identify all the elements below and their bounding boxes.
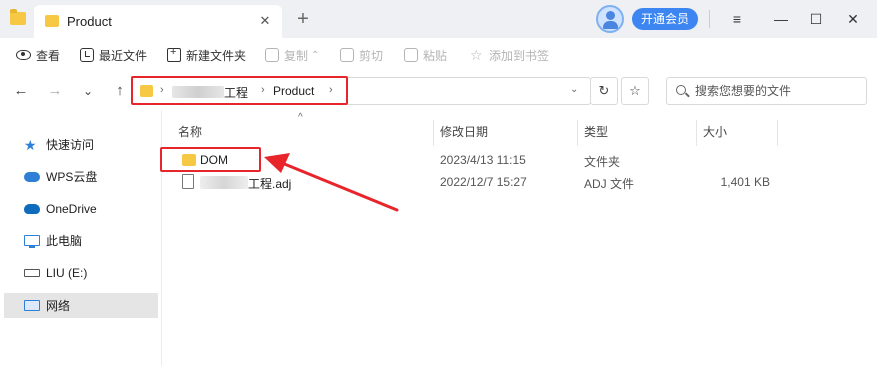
network-icon	[24, 300, 40, 311]
computer-icon	[24, 235, 40, 248]
file-row-dom[interactable]: DOM 2023/4/13 11:15 文件夹	[172, 150, 772, 172]
file-modified: 2022/12/7 15:27	[440, 175, 527, 189]
up-button[interactable]: ↑	[110, 81, 130, 101]
clock-icon	[80, 48, 94, 62]
add-bookmark-button[interactable]: ☆ 添加到书签	[470, 46, 549, 64]
sidebar-item-network[interactable]: 网络	[4, 293, 158, 318]
bookmark-label: 添加到书签	[489, 48, 550, 63]
column-header-modified[interactable]: 修改日期	[434, 118, 577, 146]
view-button[interactable]: 查看	[16, 46, 60, 64]
sidebar-item-drive-e[interactable]: LIU (E:)	[4, 260, 158, 285]
sidebar-item-quick-access[interactable]: ★ 快速访问	[4, 132, 158, 157]
sidebar-item-this-pc[interactable]: 此电脑	[4, 228, 158, 253]
annotation-box-address	[131, 76, 348, 105]
eye-icon	[16, 50, 31, 60]
column-header-type[interactable]: 类型	[578, 118, 696, 146]
title-bar: Product ✕ + 开通会员 ≡ — ☐ ✕	[0, 0, 877, 38]
tab-product[interactable]: Product ✕	[34, 5, 282, 38]
vip-button[interactable]: 开通会员	[632, 8, 698, 30]
cut-button[interactable]: 剪切	[340, 46, 383, 64]
divider	[709, 10, 710, 28]
cut-label: 剪切	[359, 48, 384, 63]
new-folder-icon	[167, 46, 181, 62]
sidebar-item-label: OneDrive	[46, 201, 97, 216]
close-tab-icon[interactable]: ✕	[256, 12, 274, 30]
history-dropdown-button[interactable]: ⌄	[78, 81, 98, 101]
sidebar-item-label: 快速访问	[46, 138, 95, 152]
view-label: 查看	[36, 48, 61, 63]
paste-button[interactable]: 粘贴	[404, 46, 447, 64]
address-dropdown-icon[interactable]: ⌄	[570, 84, 578, 95]
redacted-file-name	[200, 176, 248, 189]
column-header-name[interactable]: 名称	[172, 118, 432, 146]
close-window-button[interactable]: ✕	[842, 8, 864, 30]
sidebar: ★ 快速访问 WPS云盘 OneDrive 此电脑 LIU (E:) 网络	[0, 118, 161, 366]
toolbar: 查看 最近文件 新建文件夹 复制 ⌃ 剪切 粘贴 ☆ 添加到书签	[0, 38, 877, 72]
column-header-size[interactable]: 大小	[697, 118, 777, 146]
menu-icon[interactable]: ≡	[726, 8, 748, 30]
new-tab-button[interactable]: +	[292, 9, 314, 31]
scissors-icon	[340, 48, 354, 62]
avatar[interactable]	[596, 5, 624, 33]
cloud-icon	[24, 171, 40, 182]
new-folder-button[interactable]: 新建文件夹	[167, 46, 246, 64]
onedrive-icon	[24, 203, 40, 214]
copy-button[interactable]: 复制 ⌃	[265, 46, 319, 64]
clipboard-icon	[404, 48, 418, 62]
new-folder-label: 新建文件夹	[186, 48, 247, 63]
tab-title: Product	[67, 14, 112, 29]
drive-icon	[24, 268, 40, 277]
maximize-button[interactable]: ☐	[805, 8, 827, 30]
file-size: 1,401 KB	[720, 175, 770, 189]
folder-icon	[45, 15, 59, 27]
copy-icon	[265, 48, 279, 62]
search-input[interactable]	[695, 82, 860, 100]
paste-label: 粘贴	[423, 48, 448, 63]
file-icon	[182, 174, 194, 189]
file-name: 工程.adj	[248, 177, 292, 191]
file-type: ADJ 文件	[584, 177, 635, 191]
sidebar-item-label: LIU (E:)	[46, 265, 88, 280]
recent-label: 最近文件	[99, 48, 148, 63]
bookmark-location-button[interactable]: ☆	[621, 77, 649, 105]
star-icon: ☆	[470, 47, 483, 63]
sidebar-item-label: 网络	[46, 299, 71, 313]
forward-button[interactable]: →	[45, 81, 65, 101]
sidebar-item-onedrive[interactable]: OneDrive	[4, 196, 158, 221]
sidebar-item-wps-cloud[interactable]: WPS云盘	[4, 164, 158, 189]
file-type: 文件夹	[584, 155, 621, 169]
file-row-adj[interactable]: 工程.adj 2022/12/7 15:27 ADJ 文件 1,401 KB	[172, 172, 772, 194]
search-box[interactable]	[666, 77, 867, 105]
minimize-button[interactable]: —	[770, 8, 792, 30]
star-icon: ★	[24, 136, 37, 153]
refresh-button[interactable]: ↻	[590, 77, 618, 105]
sidebar-item-label: 此电脑	[46, 234, 83, 248]
recent-files-button[interactable]: 最近文件	[80, 46, 147, 64]
file-modified: 2023/4/13 11:15	[440, 153, 526, 167]
copy-label: 复制	[284, 48, 309, 63]
annotation-box-dom	[160, 147, 261, 172]
copy-dropdown-icon: ⌃	[311, 49, 320, 61]
column-divider[interactable]	[777, 120, 778, 146]
search-icon	[676, 85, 686, 95]
back-button[interactable]: ←	[11, 81, 31, 101]
folder-app-icon	[10, 9, 26, 25]
sidebar-item-label: WPS云盘	[46, 170, 98, 184]
